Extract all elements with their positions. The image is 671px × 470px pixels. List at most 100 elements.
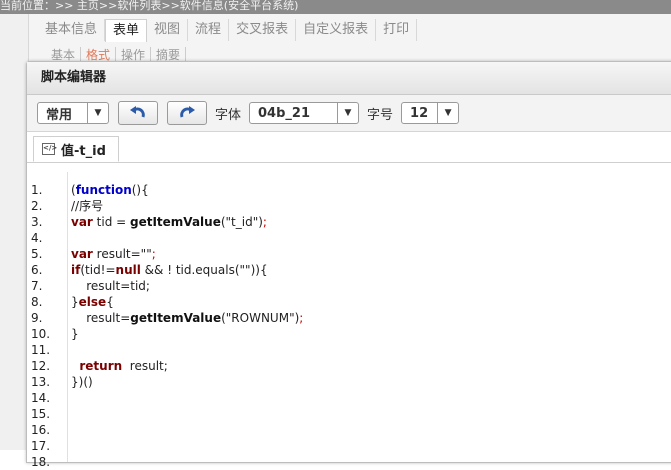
tab-basic-info[interactable]: 基本信息: [38, 19, 106, 41]
script-editor-dialog: 脚本编辑器 常用 ▼ 字体 04b_21 ▼ 字号 12 ▼ </> 值-t_i…: [26, 61, 671, 469]
chevron-down-icon: ▼: [337, 103, 358, 123]
line-number: 4.: [31, 231, 43, 245]
code-editor[interactable]: 1. 2. 3. 4. 5. 6. 7. 8. 9. 10. 11. 12. 1…: [27, 172, 671, 469]
editor-tabs: </> 值-t_id: [27, 132, 671, 163]
code-string: "": [140, 247, 152, 261]
chevron-down-icon: ▼: [437, 103, 458, 123]
tab-cross-report[interactable]: 交叉报表: [229, 19, 297, 41]
editor-tab-label: 值-t_id: [61, 143, 106, 159]
redo-button[interactable]: [167, 101, 207, 125]
code-token: ("t_id"): [220, 215, 263, 229]
tab-workflow[interactable]: 流程: [188, 19, 230, 41]
size-select[interactable]: 12 ▼: [401, 102, 460, 124]
subtab-format[interactable]: 格式: [81, 47, 117, 61]
subtab-operation[interactable]: 操作: [116, 47, 152, 61]
size-label: 字号: [367, 107, 394, 123]
code-line: result=getItemValue("ROWNUM");: [71, 310, 303, 326]
mode-select-value: 常用: [46, 107, 73, 123]
code-keyword: var: [71, 215, 93, 229]
code-token: (){: [131, 183, 149, 197]
undo-icon: [130, 106, 145, 118]
code-token: {: [106, 295, 114, 309]
code-token: ("ROWNUM"): [221, 311, 300, 325]
code-string: "": [239, 263, 251, 277]
code-token: result=: [92, 247, 141, 261]
code-keyword: else: [78, 295, 107, 309]
code-line: result=tid;: [71, 278, 303, 294]
line-number: 17.: [31, 439, 51, 453]
code-line: }: [71, 326, 303, 342]
breadcrumb: 当前位置：>> 主页>>软件列表>>软件信息(安全平台系统): [0, 0, 671, 14]
code-keyword: function: [75, 183, 132, 197]
font-select[interactable]: 04b_21 ▼: [249, 102, 360, 124]
tab-form[interactable]: 表单: [105, 18, 148, 42]
subtab-basic[interactable]: 基本: [46, 47, 82, 61]
line-number: 13.: [31, 375, 51, 389]
tab-print[interactable]: 打印: [376, 19, 418, 41]
line-number: 9.: [31, 311, 43, 325]
code-comment: //序号: [71, 199, 104, 213]
line-number: 8.: [31, 295, 43, 309]
code-line: }else{: [71, 294, 303, 310]
subtab-summary[interactable]: 摘要: [151, 47, 187, 61]
line-number: 6.: [31, 263, 43, 277]
line-number: 16.: [31, 423, 51, 437]
line-number: 11.: [31, 343, 51, 357]
dialog-title: 脚本编辑器: [27, 62, 671, 95]
main-tabs: 基本信息 表单 视图 流程 交叉报表 自定义报表 打印: [38, 18, 418, 42]
line-number: 7.: [31, 279, 43, 293]
breadcrumb-text: 当前位置：>> 主页>>软件列表>>软件信息(安全平台系统): [0, 0, 299, 12]
line-number-gutter: 1. 2. 3. 4. 5. 6. 7. 8. 9. 10. 11. 12. 1…: [27, 172, 68, 469]
line-number: 12.: [31, 359, 51, 373]
font-select-value: 04b_21: [258, 105, 311, 121]
code-line: (function(){: [71, 182, 303, 198]
redo-icon: [180, 106, 195, 118]
code-token: tid =: [92, 215, 130, 229]
code-line: if(tid!=null && ! tid.equals("")){: [71, 262, 303, 278]
left-pane: [0, 14, 29, 450]
mode-select[interactable]: 常用 ▼: [37, 102, 109, 124]
code-line: var tid = getItemValue("t_id");: [71, 214, 303, 230]
line-number: 14.: [31, 391, 51, 405]
size-select-value: 12: [410, 105, 429, 121]
code-token: result=: [71, 311, 131, 325]
code-keyword: if: [71, 263, 81, 277]
code-line: var result="";: [71, 246, 303, 262]
code-line: })(): [71, 374, 303, 390]
chevron-down-icon: ▼: [87, 103, 108, 123]
line-number: 2.: [31, 199, 43, 213]
code-token: })(): [71, 375, 93, 389]
code-token: ;: [299, 311, 304, 325]
code-line: return result;: [71, 358, 303, 374]
line-number: 10.: [31, 327, 51, 341]
line-number: 5.: [31, 247, 43, 261]
code-function: getItemValue: [130, 215, 221, 229]
code-keyword: var: [71, 247, 93, 261]
code-keyword: return: [71, 359, 123, 373]
code-line: //序号: [71, 198, 303, 214]
code-text: (function(){ //序号 var tid = getItemValue…: [71, 182, 303, 390]
undo-button[interactable]: [118, 101, 158, 125]
code-function: getItemValue: [130, 311, 222, 325]
code-token: }: [71, 327, 79, 341]
line-number: 15.: [31, 407, 51, 421]
code-token: && ! tid.equals(: [140, 263, 240, 277]
code-token: }: [71, 295, 79, 309]
code-token: result=tid;: [71, 279, 150, 293]
tab-view[interactable]: 视图: [147, 19, 189, 41]
code-token: ;: [262, 215, 267, 229]
code-token: (tid!=: [80, 263, 116, 277]
code-token: ;: [151, 247, 156, 261]
line-number: 3.: [31, 215, 43, 229]
tab-custom-report[interactable]: 自定义报表: [296, 19, 377, 41]
code-token: result;: [122, 359, 168, 373]
font-label: 字体: [215, 107, 242, 123]
line-number: 1.: [31, 183, 43, 197]
line-number: 18.: [31, 455, 51, 469]
code-token: )){: [250, 263, 268, 277]
tab-value-t-id[interactable]: </> 值-t_id: [33, 136, 119, 162]
editor-toolbar: 常用 ▼ 字体 04b_21 ▼ 字号 12 ▼: [27, 95, 671, 132]
sub-tabs: 基本 格式 操作 摘要: [46, 47, 187, 61]
code-keyword: null: [115, 263, 141, 277]
